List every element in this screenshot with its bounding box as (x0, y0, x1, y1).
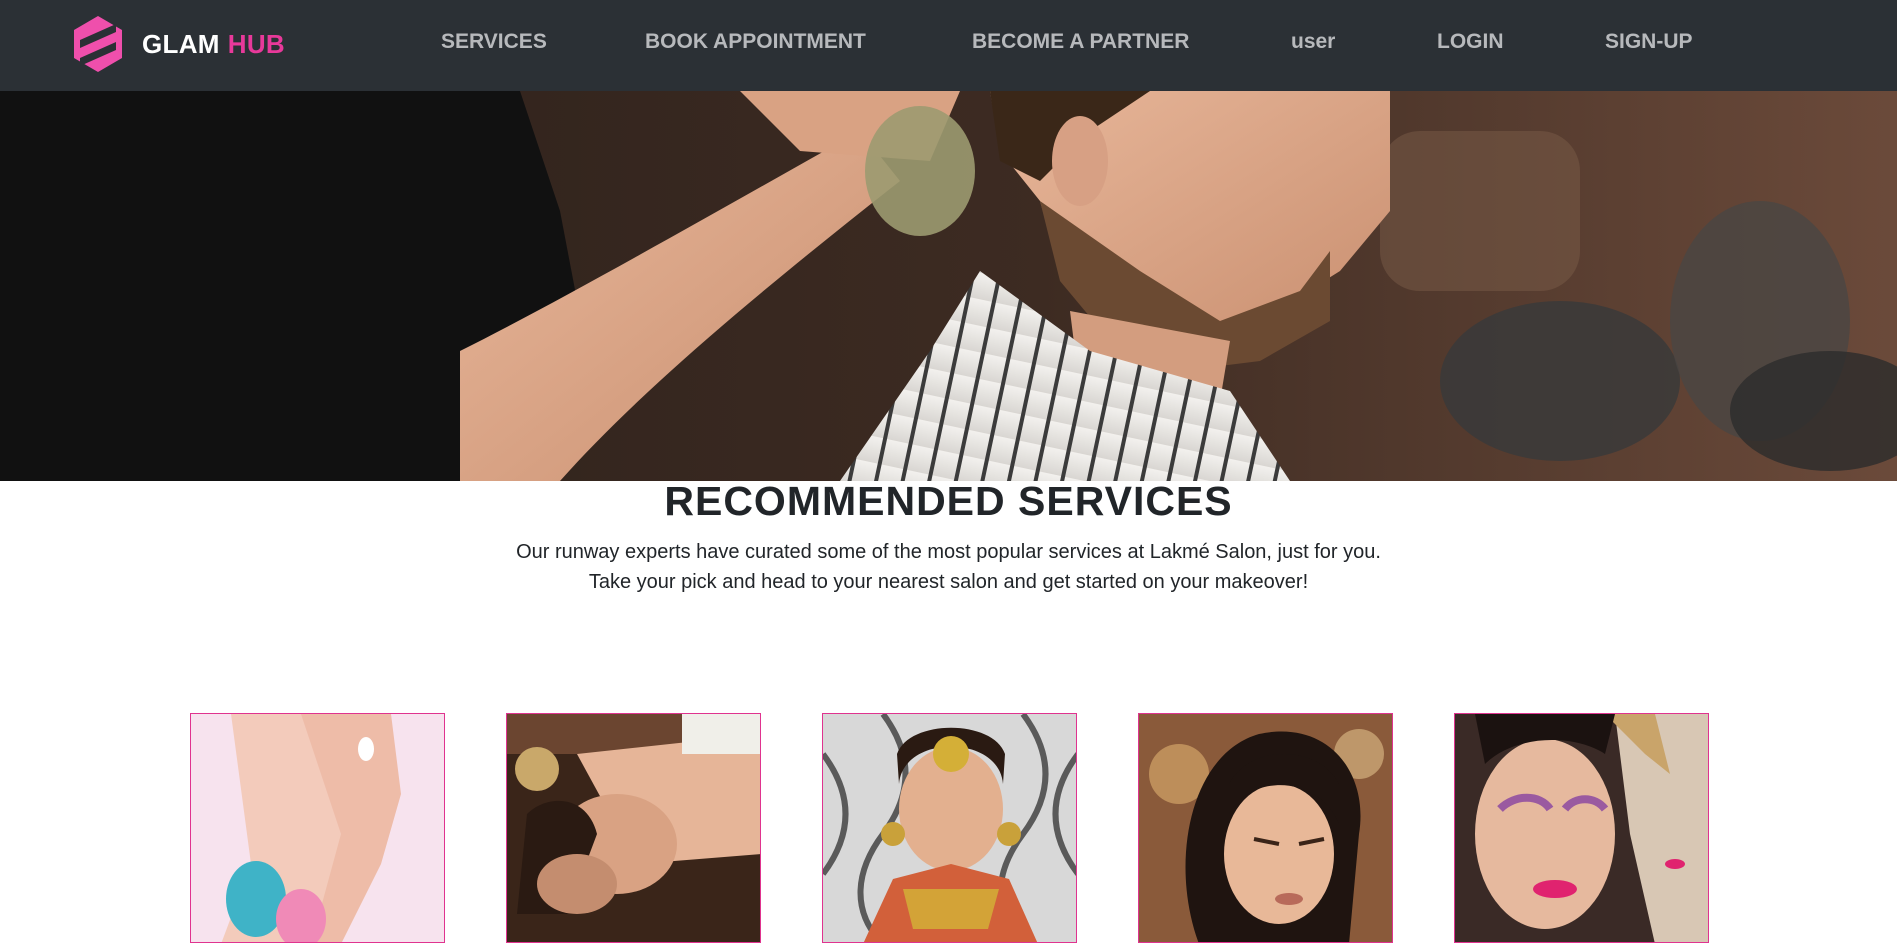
hexagon-stripes-logo-icon (74, 16, 122, 72)
service-card-head-massage[interactable] (506, 713, 761, 943)
service-card-pedicure[interactable] (190, 713, 445, 943)
recommended-services-description-line1: Our runway experts have curated some of … (516, 541, 1381, 563)
service-card-bridal-makeup[interactable] (822, 713, 1077, 943)
makeup-looks-photo (1455, 714, 1708, 942)
hero-banner (0, 91, 1897, 481)
barber-styling-client-photo (0, 91, 1897, 481)
service-card-makeup[interactable] (1454, 713, 1709, 943)
service-card-hair-styling[interactable] (1138, 713, 1393, 943)
brand-name-hub: HUB (227, 28, 285, 59)
nav-link-book-appointment[interactable]: BOOK APPOINTMENT (645, 30, 866, 54)
navbar: GLAM HUB SERVICES BOOK APPOINTMENT BECOME… (0, 0, 1897, 91)
brand-name-glam: GLAM (142, 28, 220, 59)
head-massage-spa-photo (507, 714, 760, 942)
nav-link-become-partner[interactable]: BECOME A PARTNER (972, 30, 1189, 54)
nav-link-user[interactable]: user (1291, 30, 1335, 54)
bridal-makeup-photo (823, 714, 1076, 942)
hair-styling-photo (1139, 714, 1392, 942)
recommended-services-title: RECOMMENDED SERVICES (664, 478, 1233, 524)
pedicure-feet-photo (191, 714, 444, 942)
brand-name: GLAM HUB (142, 29, 285, 60)
nav-link-login[interactable]: LOGIN (1437, 30, 1504, 54)
recommended-services-description-line2: Take your pick and head to your nearest … (588, 571, 1309, 593)
nav-link-services[interactable]: SERVICES (441, 30, 547, 54)
brand[interactable]: GLAM HUB (72, 14, 285, 74)
nav-link-signup[interactable]: SIGN-UP (1605, 30, 1693, 54)
